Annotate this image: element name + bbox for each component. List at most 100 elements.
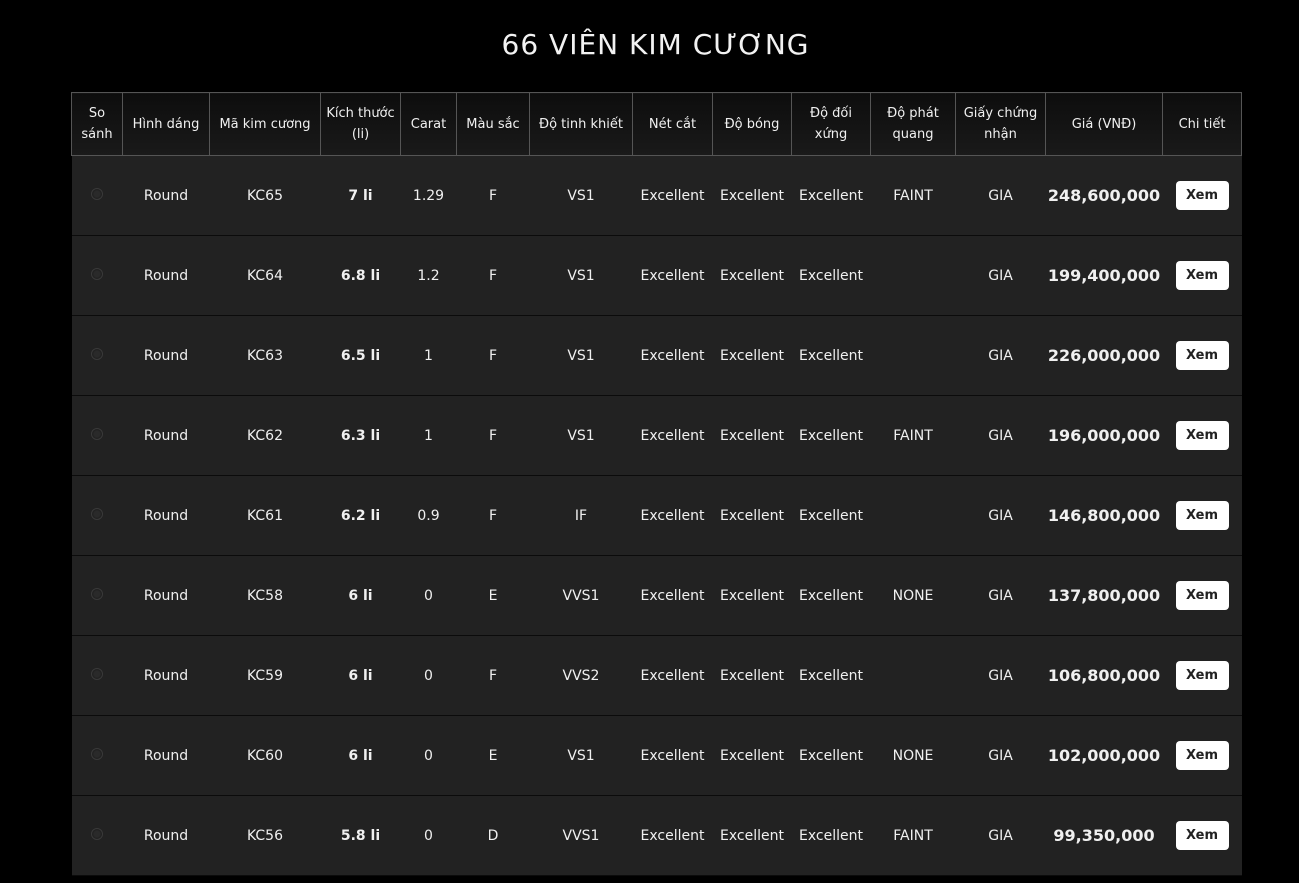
carat-cell: 0 — [400, 555, 457, 636]
compare-cell — [71, 315, 123, 396]
size-cell: 6.5 li — [320, 315, 401, 396]
certificate-cell: GIA — [955, 795, 1046, 876]
header-polish: Độ bóng — [712, 92, 792, 156]
view-button[interactable]: Xem — [1175, 821, 1229, 850]
symmetry-cell: Excellent — [791, 555, 871, 636]
size-cell: 6 li — [320, 635, 401, 716]
fluorescence-cell: NONE — [870, 715, 956, 796]
code-cell: KC62 — [209, 395, 321, 476]
detail-cell: Xem — [1162, 475, 1242, 556]
detail-cell: Xem — [1162, 315, 1242, 396]
code-cell: KC56 — [209, 795, 321, 876]
cut-cell: Excellent — [632, 235, 713, 316]
compare-radio[interactable] — [91, 267, 103, 280]
symmetry-cell: Excellent — [791, 475, 871, 556]
color-cell: F — [456, 235, 530, 316]
color-cell: F — [456, 475, 530, 556]
size-cell: 6.3 li — [320, 395, 401, 476]
compare-cell — [71, 395, 123, 476]
symmetry-cell: Excellent — [791, 235, 871, 316]
fluorescence-cell: NONE — [870, 555, 956, 636]
code-cell: KC64 — [209, 235, 321, 316]
header-compare: So sánh — [71, 92, 123, 156]
header-code: Mã kim cương — [209, 92, 321, 156]
fluorescence-cell: FAINT — [870, 155, 956, 236]
carat-cell: 1.2 — [400, 235, 457, 316]
view-button[interactable]: Xem — [1175, 181, 1229, 210]
carat-cell: 1.29 — [400, 155, 457, 236]
price-cell: 99,350,000 — [1045, 795, 1163, 876]
certificate-cell: GIA — [955, 235, 1046, 316]
header-price: Giá (VNĐ) — [1045, 92, 1163, 156]
shape-cell: Round — [122, 155, 210, 236]
certificate-cell: GIA — [955, 555, 1046, 636]
code-cell: KC59 — [209, 635, 321, 716]
table-row: Round KC63 6.5 li 1 F VS1 Excellent Excellent Ex… — [71, 315, 1242, 396]
compare-cell — [71, 635, 123, 716]
shape-cell: Round — [122, 475, 210, 556]
shape-cell: Round — [122, 315, 210, 396]
certificate-cell: GIA — [955, 395, 1046, 476]
header-certificate: Giấy chứng nhận — [955, 92, 1046, 156]
fluorescence-cell — [870, 635, 956, 716]
carat-cell: 1 — [400, 315, 457, 396]
symmetry-cell: Excellent — [791, 795, 871, 876]
color-cell: F — [456, 395, 530, 476]
symmetry-cell: Excellent — [791, 715, 871, 796]
view-button[interactable]: Xem — [1175, 261, 1229, 290]
cut-cell: Excellent — [632, 555, 713, 636]
view-button[interactable]: Xem — [1175, 501, 1229, 530]
view-button[interactable]: Xem — [1175, 341, 1229, 370]
price-cell: 196,000,000 — [1045, 395, 1163, 476]
table-row: Round KC61 6.2 li 0.9 F IF Excellent Excellent E… — [71, 475, 1242, 556]
polish-cell: Excellent — [712, 475, 792, 556]
price-cell: 248,600,000 — [1045, 155, 1163, 236]
detail-cell: Xem — [1162, 555, 1242, 636]
certificate-cell: GIA — [955, 715, 1046, 796]
color-cell: F — [456, 315, 530, 396]
shape-cell: Round — [122, 715, 210, 796]
price-cell: 102,000,000 — [1045, 715, 1163, 796]
certificate-cell: GIA — [955, 635, 1046, 716]
compare-radio[interactable] — [91, 347, 103, 360]
color-cell: F — [456, 155, 530, 236]
size-cell: 6 li — [320, 715, 401, 796]
page-title: 66 VIÊN KIM CƯƠNG — [501, 28, 810, 61]
header-carat: Carat — [400, 92, 457, 156]
polish-cell: Excellent — [712, 555, 792, 636]
fluorescence-cell: FAINT — [870, 395, 956, 476]
symmetry-cell: Excellent — [791, 395, 871, 476]
carat-cell: 0 — [400, 635, 457, 716]
compare-radio[interactable] — [91, 427, 103, 440]
detail-cell: Xem — [1162, 795, 1242, 876]
clarity-cell: VVS2 — [529, 635, 633, 716]
size-cell: 7 li — [320, 155, 401, 236]
carat-cell: 1 — [400, 395, 457, 476]
table-row: Round KC64 6.8 li 1.2 F VS1 Excellent Excellent… — [71, 235, 1242, 316]
compare-radio[interactable] — [91, 827, 103, 840]
polish-cell: Excellent — [712, 235, 792, 316]
cut-cell: Excellent — [632, 715, 713, 796]
polish-cell: Excellent — [712, 635, 792, 716]
size-cell: 5.8 li — [320, 795, 401, 876]
view-button[interactable]: Xem — [1175, 421, 1229, 450]
code-cell: KC65 — [209, 155, 321, 236]
view-button[interactable]: Xem — [1175, 661, 1229, 690]
diamond-table-container: So sánh Hình dáng Mã kim cương Kích thướ… — [71, 92, 1242, 876]
view-button[interactable]: Xem — [1175, 741, 1229, 770]
compare-cell — [71, 155, 123, 236]
compare-radio[interactable] — [91, 667, 103, 680]
compare-radio[interactable] — [91, 587, 103, 600]
view-button[interactable]: Xem — [1175, 581, 1229, 610]
clarity-cell: VS1 — [529, 315, 633, 396]
clarity-cell: VS1 — [529, 155, 633, 236]
table-row: Round KC62 6.3 li 1 F VS1 Excellent Excellent Ex… — [71, 395, 1242, 476]
compare-radio[interactable] — [91, 507, 103, 520]
size-cell: 6 li — [320, 555, 401, 636]
compare-cell — [71, 715, 123, 796]
clarity-cell: VVS1 — [529, 555, 633, 636]
color-cell: E — [456, 555, 530, 636]
compare-radio[interactable] — [91, 187, 103, 200]
compare-radio[interactable] — [91, 747, 103, 760]
polish-cell: Excellent — [712, 315, 792, 396]
